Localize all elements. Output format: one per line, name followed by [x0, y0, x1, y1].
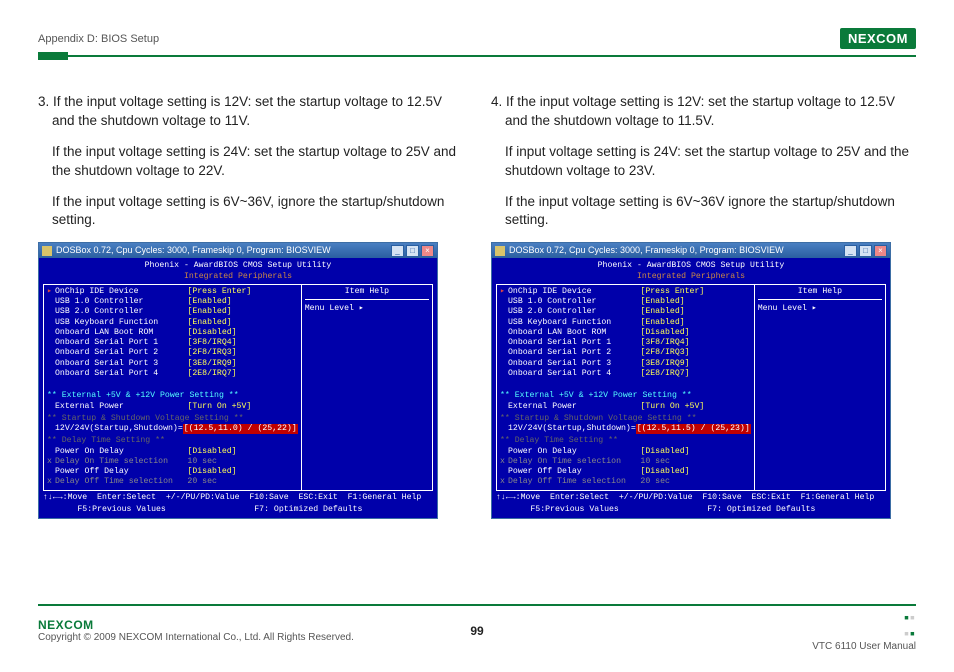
bios-setting-row[interactable]: Onboard Serial Port 3[3E8/IRQ9]	[500, 359, 751, 369]
menu-level: Menu Level ▸	[305, 304, 429, 314]
power-on-delay-row[interactable]: Power On Delay[Disabled]	[500, 447, 751, 457]
dosbox-icon	[42, 246, 52, 256]
bios-setting-row[interactable]: Onboard Serial Port 4[2E8/IRQ7]	[500, 369, 751, 379]
bios-setting-row[interactable]: USB 1.0 Controller[Enabled]	[47, 297, 298, 307]
delay-on-time-row: xDelay On Time selection10 sec	[500, 457, 751, 467]
bios-setting-row[interactable]: Onboard Serial Port 2[2F8/IRQ3]	[500, 348, 751, 358]
delay-off-time-row: xDelay Off Time selection20 sec	[500, 477, 751, 487]
bios-setting-row[interactable]: ▸OnChip IDE Device[Press Enter]	[500, 287, 751, 297]
bios-title-2: Integrated Peripherals	[43, 272, 433, 282]
left-para-1: 3. If the input voltage setting is 12V: …	[38, 93, 463, 131]
bios-setting-row[interactable]: Onboard LAN Boot ROM[Disabled]	[47, 328, 298, 338]
bios-setting-row[interactable]: Onboard Serial Port 2[2F8/IRQ3]	[47, 348, 298, 358]
section-external-power: ** External +5V & +12V Power Setting **	[47, 391, 298, 401]
bios-footer-1: ↑↓←→:Move Enter:Select +/-/PU/PD:Value F…	[43, 493, 433, 503]
power-off-delay-row[interactable]: Power Off Delay[Disabled]	[47, 467, 298, 477]
dosbox-window-left: DOSBox 0.72, Cpu Cycles: 3000, Frameskip…	[38, 242, 438, 519]
bios-title-1: Phoenix - AwardBIOS CMOS Setup Utility	[496, 261, 886, 271]
delay-off-time-row: xDelay Off Time selection20 sec	[47, 477, 298, 487]
item-help-title: Item Help	[758, 287, 882, 300]
dosbox-titlebar: DOSBox 0.72, Cpu Cycles: 3000, Frameskip…	[492, 243, 890, 258]
delay-on-time-row: xDelay On Time selection10 sec	[47, 457, 298, 467]
menu-level: Menu Level ▸	[758, 304, 882, 314]
bios-setting-row[interactable]: Onboard Serial Port 1[3F8/IRQ4]	[500, 338, 751, 348]
left-column: 3. If the input voltage setting is 12V: …	[38, 93, 463, 519]
selector-arrow-icon: ▸	[47, 287, 53, 297]
section-startup-shutdown: ** Startup & Shutdown Voltage Setting **	[47, 414, 298, 424]
dosbox-window-right: DOSBox 0.72, Cpu Cycles: 3000, Frameskip…	[491, 242, 891, 519]
dosbox-title-text: DOSBox 0.72, Cpu Cycles: 3000, Frameskip…	[56, 245, 389, 256]
close-button[interactable]: ×	[421, 245, 434, 257]
section-external-power: ** External +5V & +12V Power Setting **	[500, 391, 751, 401]
maximize-button[interactable]: □	[406, 245, 419, 257]
bios-setting-row[interactable]: USB 2.0 Controller[Enabled]	[500, 307, 751, 317]
bios-blank	[500, 379, 751, 389]
right-para-3: If the input voltage setting is 6V~36V i…	[491, 193, 916, 231]
maximize-button[interactable]: □	[859, 245, 872, 257]
section-startup-shutdown: ** Startup & Shutdown Voltage Setting **	[500, 414, 751, 424]
right-para-1: 4. If the input voltage setting is 12V: …	[491, 93, 916, 131]
bios-blank	[47, 379, 298, 389]
close-button[interactable]: ×	[874, 245, 887, 257]
right-para-2: If input voltage setting is 24V: set the…	[491, 143, 916, 181]
right-column: 4. If the input voltage setting is 12V: …	[491, 93, 916, 519]
bios-help-panel: Item Help Menu Level ▸	[302, 285, 432, 490]
bios-setting-row[interactable]: USB Keyboard Function[Enabled]	[500, 318, 751, 328]
bios-settings-panel: ▸OnChip IDE Device[Press Enter]USB 1.0 C…	[497, 285, 755, 490]
minimize-button[interactable]: _	[391, 245, 404, 257]
power-off-delay-row[interactable]: Power Off Delay[Disabled]	[500, 467, 751, 477]
voltage-row[interactable]: 12V/24V(Startup,Shutdown)=[(12.5,11.5) /…	[500, 424, 751, 434]
nexcom-logo: NEXCOM	[840, 28, 916, 49]
bios-help-panel: Item Help Menu Level ▸	[755, 285, 885, 490]
bios-setting-row[interactable]: Onboard Serial Port 4[2E8/IRQ7]	[47, 369, 298, 379]
left-para-2: If the input voltage setting is 24V: set…	[38, 143, 463, 181]
left-para-3: If the input voltage setting is 6V~36V, …	[38, 193, 463, 231]
dosbox-icon	[495, 246, 505, 256]
bios-setting-row[interactable]: Onboard Serial Port 1[3F8/IRQ4]	[47, 338, 298, 348]
external-power-row[interactable]: External Power[Turn On +5V]	[47, 402, 298, 412]
bios-title-2: Integrated Peripherals	[496, 272, 886, 282]
minimize-button[interactable]: _	[844, 245, 857, 257]
bios-footer-2: F5:Previous Values F7: Optimized Default…	[496, 505, 886, 515]
external-power-row[interactable]: External Power[Turn On +5V]	[500, 402, 751, 412]
bios-setting-row[interactable]: USB Keyboard Function[Enabled]	[47, 318, 298, 328]
bios-setting-row[interactable]: USB 1.0 Controller[Enabled]	[500, 297, 751, 307]
appendix-title: Appendix D: BIOS Setup	[38, 33, 159, 45]
dosbox-titlebar: DOSBox 0.72, Cpu Cycles: 3000, Frameskip…	[39, 243, 437, 258]
selector-arrow-icon: ▸	[500, 287, 506, 297]
bios-settings-panel: ▸OnChip IDE Device[Press Enter]USB 1.0 C…	[44, 285, 302, 490]
voltage-row[interactable]: 12V/24V(Startup,Shutdown)=[(12.5,11.0) /…	[47, 424, 298, 434]
section-delay-time: ** Delay Time Setting **	[500, 436, 751, 446]
header-accent-bar	[38, 52, 68, 60]
power-on-delay-row[interactable]: Power On Delay[Disabled]	[47, 447, 298, 457]
bios-setting-row[interactable]: Onboard LAN Boot ROM[Disabled]	[500, 328, 751, 338]
section-delay-time: ** Delay Time Setting **	[47, 436, 298, 446]
manual-name: VTC 6110 User Manual	[812, 641, 916, 652]
bios-setting-row[interactable]: ▸OnChip IDE Device[Press Enter]	[47, 287, 298, 297]
item-help-title: Item Help	[305, 287, 429, 300]
bios-footer-1: ↑↓←→:Move Enter:Select +/-/PU/PD:Value F…	[496, 493, 886, 503]
bios-footer-2: F5:Previous Values F7: Optimized Default…	[43, 505, 433, 515]
bios-title-1: Phoenix - AwardBIOS CMOS Setup Utility	[43, 261, 433, 271]
bios-setting-row[interactable]: USB 2.0 Controller[Enabled]	[47, 307, 298, 317]
page-number: 99	[38, 624, 916, 638]
bios-setting-row[interactable]: Onboard Serial Port 3[3E8/IRQ9]	[47, 359, 298, 369]
dosbox-title-text: DOSBox 0.72, Cpu Cycles: 3000, Frameskip…	[509, 245, 842, 256]
